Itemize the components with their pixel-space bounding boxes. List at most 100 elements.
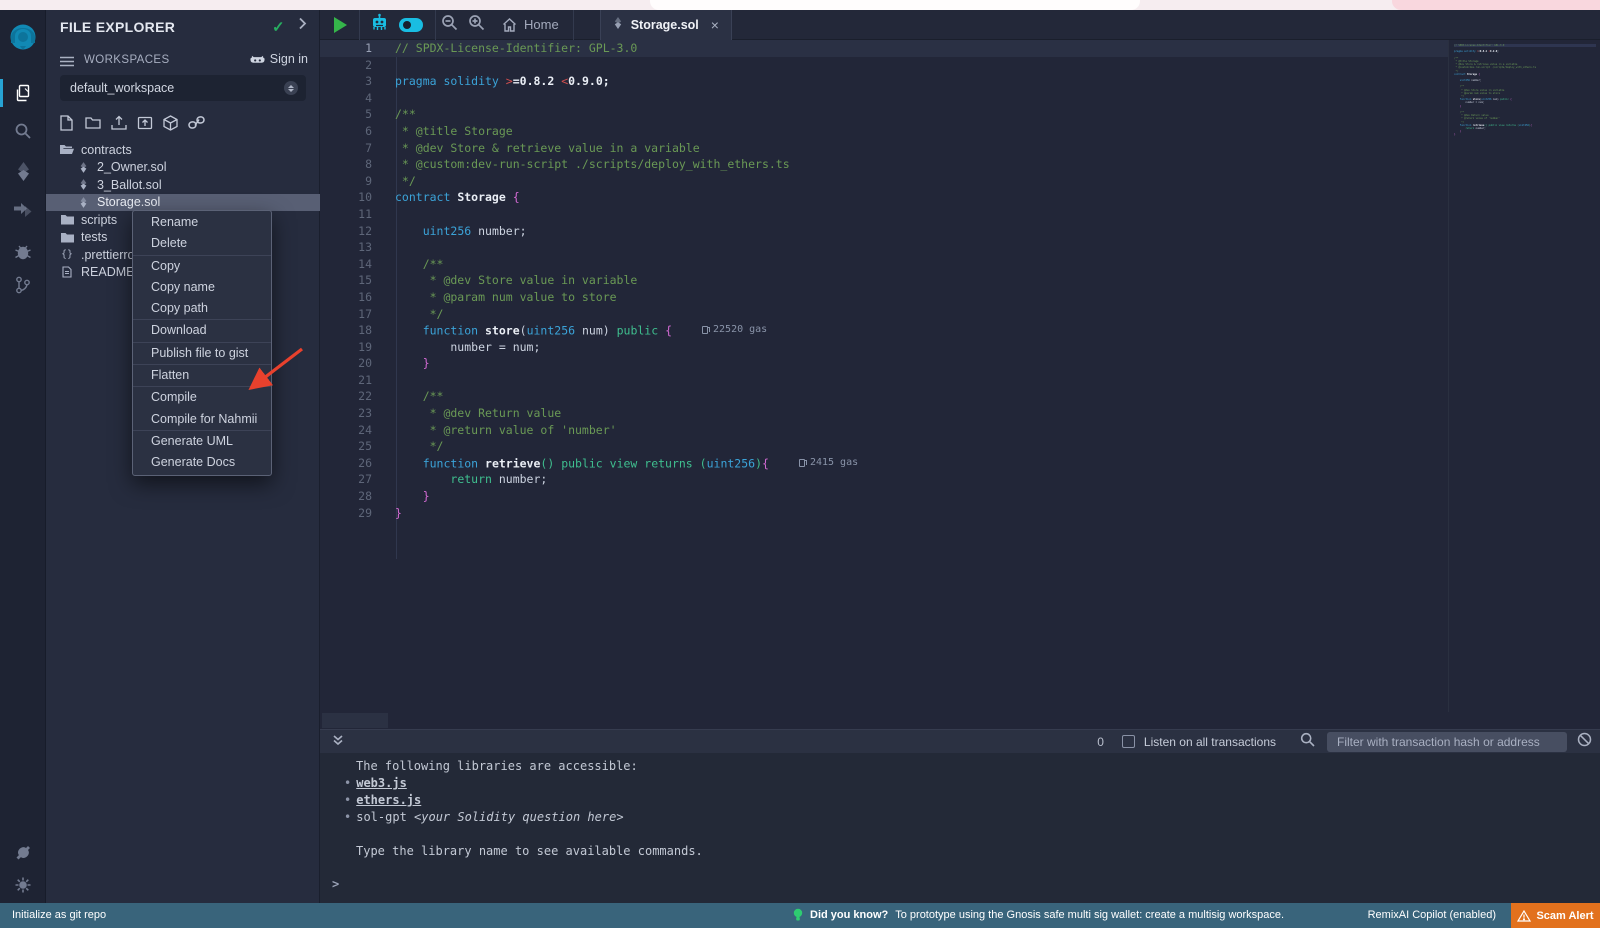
terminal-output[interactable]: The following libraries are accessible: … <box>320 753 1600 903</box>
warning-icon <box>1517 910 1531 922</box>
terminal-prompt[interactable]: > <box>332 877 339 891</box>
code-line-9[interactable]: 9 */ <box>320 173 1448 190</box>
code-line-12[interactable]: 12 uint256 number; <box>320 223 1448 240</box>
sidebar-item-search[interactable] <box>0 114 46 148</box>
line-number: 2 <box>320 57 372 74</box>
gas-estimate-badge: 2415 gas <box>799 455 858 472</box>
terminal-library-item[interactable]: •ethers.js <box>344 792 1600 809</box>
code-line-19[interactable]: 19 number = num; <box>320 339 1448 356</box>
clear-console-icon[interactable] <box>1577 732 1592 752</box>
panel-chevron-right-icon[interactable] <box>298 17 307 35</box>
code-line-28[interactable]: 28 } <box>320 488 1448 505</box>
tree-item-contracts[interactable]: contracts <box>46 141 320 159</box>
code-line-1[interactable]: 1// SPDX-License-Identifier: GPL-3.0 <box>320 40 1448 57</box>
publish-ipfs-icon[interactable] <box>162 114 179 131</box>
context-menu-item-compile-for-nahmii[interactable]: Compile for Nahmii <box>133 409 271 430</box>
tree-item-3-ballot-sol[interactable]: 3_Ballot.sol <box>46 176 320 194</box>
code-line-18[interactable]: 18 function store(uint256 num) public {2… <box>320 322 1448 339</box>
sidebar-item-git[interactable] <box>0 268 46 302</box>
context-menu-item-copy[interactable]: Copy <box>133 256 271 277</box>
code-line-4[interactable]: 4 <box>320 90 1448 107</box>
code-line-2[interactable]: 2 <box>320 57 1448 74</box>
line-number: 25 <box>320 438 372 455</box>
code-line-7[interactable]: 7 * @dev Store & retrieve value in a var… <box>320 140 1448 157</box>
line-number: 9 <box>320 173 372 190</box>
context-menu-item-generate-docs[interactable]: Generate Docs <box>133 452 271 473</box>
context-menu-item-rename[interactable]: Rename <box>133 212 271 233</box>
sidebar-item-plugin-manager[interactable] <box>0 836 46 870</box>
run-script-button[interactable] <box>334 17 347 33</box>
code-line-14[interactable]: 14 /** <box>320 256 1448 273</box>
workspaces-menu-icon[interactable] <box>60 54 74 72</box>
code-line-8[interactable]: 8 * @custom:dev-run-script ./scripts/dep… <box>320 156 1448 173</box>
terminal-search-icon[interactable] <box>1300 732 1315 752</box>
code-line-13[interactable]: 13 <box>320 239 1448 256</box>
upload-folder-icon[interactable] <box>136 114 153 131</box>
workspace-stepper-icon[interactable] <box>284 81 298 95</box>
ai-copilot-toggle[interactable] <box>399 18 423 32</box>
remix-logo-icon[interactable] <box>7 22 39 54</box>
zoom-out-icon[interactable] <box>441 14 458 36</box>
workspace-select[interactable]: default_workspace <box>60 75 306 101</box>
code-line-3[interactable]: 3pragma solidity >=0.8.2 <0.9.0; <box>320 73 1448 90</box>
link-icon[interactable] <box>188 114 205 131</box>
context-menu-item-delete[interactable]: Delete <box>133 233 271 254</box>
tab-home[interactable]: Home <box>502 17 559 32</box>
sidebar-item-debugger[interactable] <box>0 234 46 268</box>
sidebar-item-settings[interactable] <box>0 868 46 902</box>
code-line-21[interactable]: 21 <box>320 372 1448 389</box>
upload-file-icon[interactable] <box>110 114 127 131</box>
library-link[interactable]: web3.js <box>356 776 407 790</box>
code-line-27[interactable]: 27 return number; <box>320 471 1448 488</box>
sidebar-item-solidity-compiler[interactable] <box>0 154 46 188</box>
terminal-hint-line: Type the library name to see available c… <box>356 843 1600 860</box>
git-branch-icon <box>15 276 31 294</box>
sol-icon <box>76 179 90 190</box>
listen-transactions-checkbox[interactable] <box>1122 735 1135 748</box>
code-line-26[interactable]: 26 function retrieve() public view retur… <box>320 455 1448 472</box>
code-line-10[interactable]: 10contract Storage { <box>320 189 1448 206</box>
editor-minimap[interactable]: // SPDX-License-Identifier: GPL-3.0pragm… <box>1448 40 1600 712</box>
tree-item-2-owner-sol[interactable]: 2_Owner.sol <box>46 159 320 177</box>
sidebar-item-file-explorer[interactable] <box>0 76 46 110</box>
tree-item-storage-sol[interactable]: Storage.sol <box>46 194 320 212</box>
solidity-file-icon <box>613 16 623 34</box>
new-file-icon[interactable] <box>58 114 75 131</box>
code-line-23[interactable]: 23 * @dev Return value <box>320 405 1448 422</box>
line-number: 6 <box>320 123 372 140</box>
workspace-select-value: default_workspace <box>70 81 174 95</box>
code-line-25[interactable]: 25 */ <box>320 438 1448 455</box>
sidebar-item-deploy-run[interactable] <box>0 194 46 228</box>
code-line-17[interactable]: 17 */ <box>320 306 1448 323</box>
code-line-11[interactable]: 11 <box>320 206 1448 223</box>
code-line-22[interactable]: 22 /** <box>320 388 1448 405</box>
context-menu-item-copy-name[interactable]: Copy name <box>133 277 271 298</box>
annotation-arrow <box>238 338 314 400</box>
init-git-repo-button[interactable]: Initialize as git repo <box>12 909 106 921</box>
new-folder-icon[interactable] <box>84 114 101 131</box>
code-line-24[interactable]: 24 * @return value of 'number' <box>320 422 1448 439</box>
code-line-6[interactable]: 6 * @title Storage <box>320 123 1448 140</box>
library-link[interactable]: ethers.js <box>356 793 421 807</box>
code-editor[interactable]: 1// SPDX-License-Identifier: GPL-3.023pr… <box>320 40 1448 712</box>
code-line-5[interactable]: 5/** <box>320 106 1448 123</box>
code-line-15[interactable]: 15 * @dev Store value in variable <box>320 272 1448 289</box>
scam-alert-button[interactable]: Scam Alert <box>1511 903 1600 928</box>
zoom-in-icon[interactable] <box>468 14 485 36</box>
sign-in-button[interactable]: Sign in <box>250 52 308 66</box>
terminal-collapse-icon[interactable] <box>332 733 344 751</box>
close-tab-icon[interactable]: × <box>711 17 719 33</box>
context-menu-item-generate-uml[interactable]: Generate UML <box>133 431 271 452</box>
transaction-filter-input[interactable]: Filter with transaction hash or address <box>1327 732 1567 752</box>
line-number: 18 <box>320 322 372 339</box>
ai-copilot-robot-icon[interactable] <box>370 13 389 37</box>
horizontal-scrollbar-thumb[interactable] <box>322 713 388 728</box>
line-number: 5 <box>320 106 372 123</box>
copilot-status[interactable]: RemixAI Copilot (enabled) <box>1368 909 1496 921</box>
context-menu-item-copy-path[interactable]: Copy path <box>133 298 271 319</box>
code-line-16[interactable]: 16 * @param num value to store <box>320 289 1448 306</box>
tab-storage-sol[interactable]: Storage.sol × <box>600 10 732 40</box>
code-line-20[interactable]: 20 } <box>320 355 1448 372</box>
code-line-29[interactable]: 29} <box>320 505 1448 522</box>
terminal-library-item[interactable]: •web3.js <box>344 775 1600 792</box>
